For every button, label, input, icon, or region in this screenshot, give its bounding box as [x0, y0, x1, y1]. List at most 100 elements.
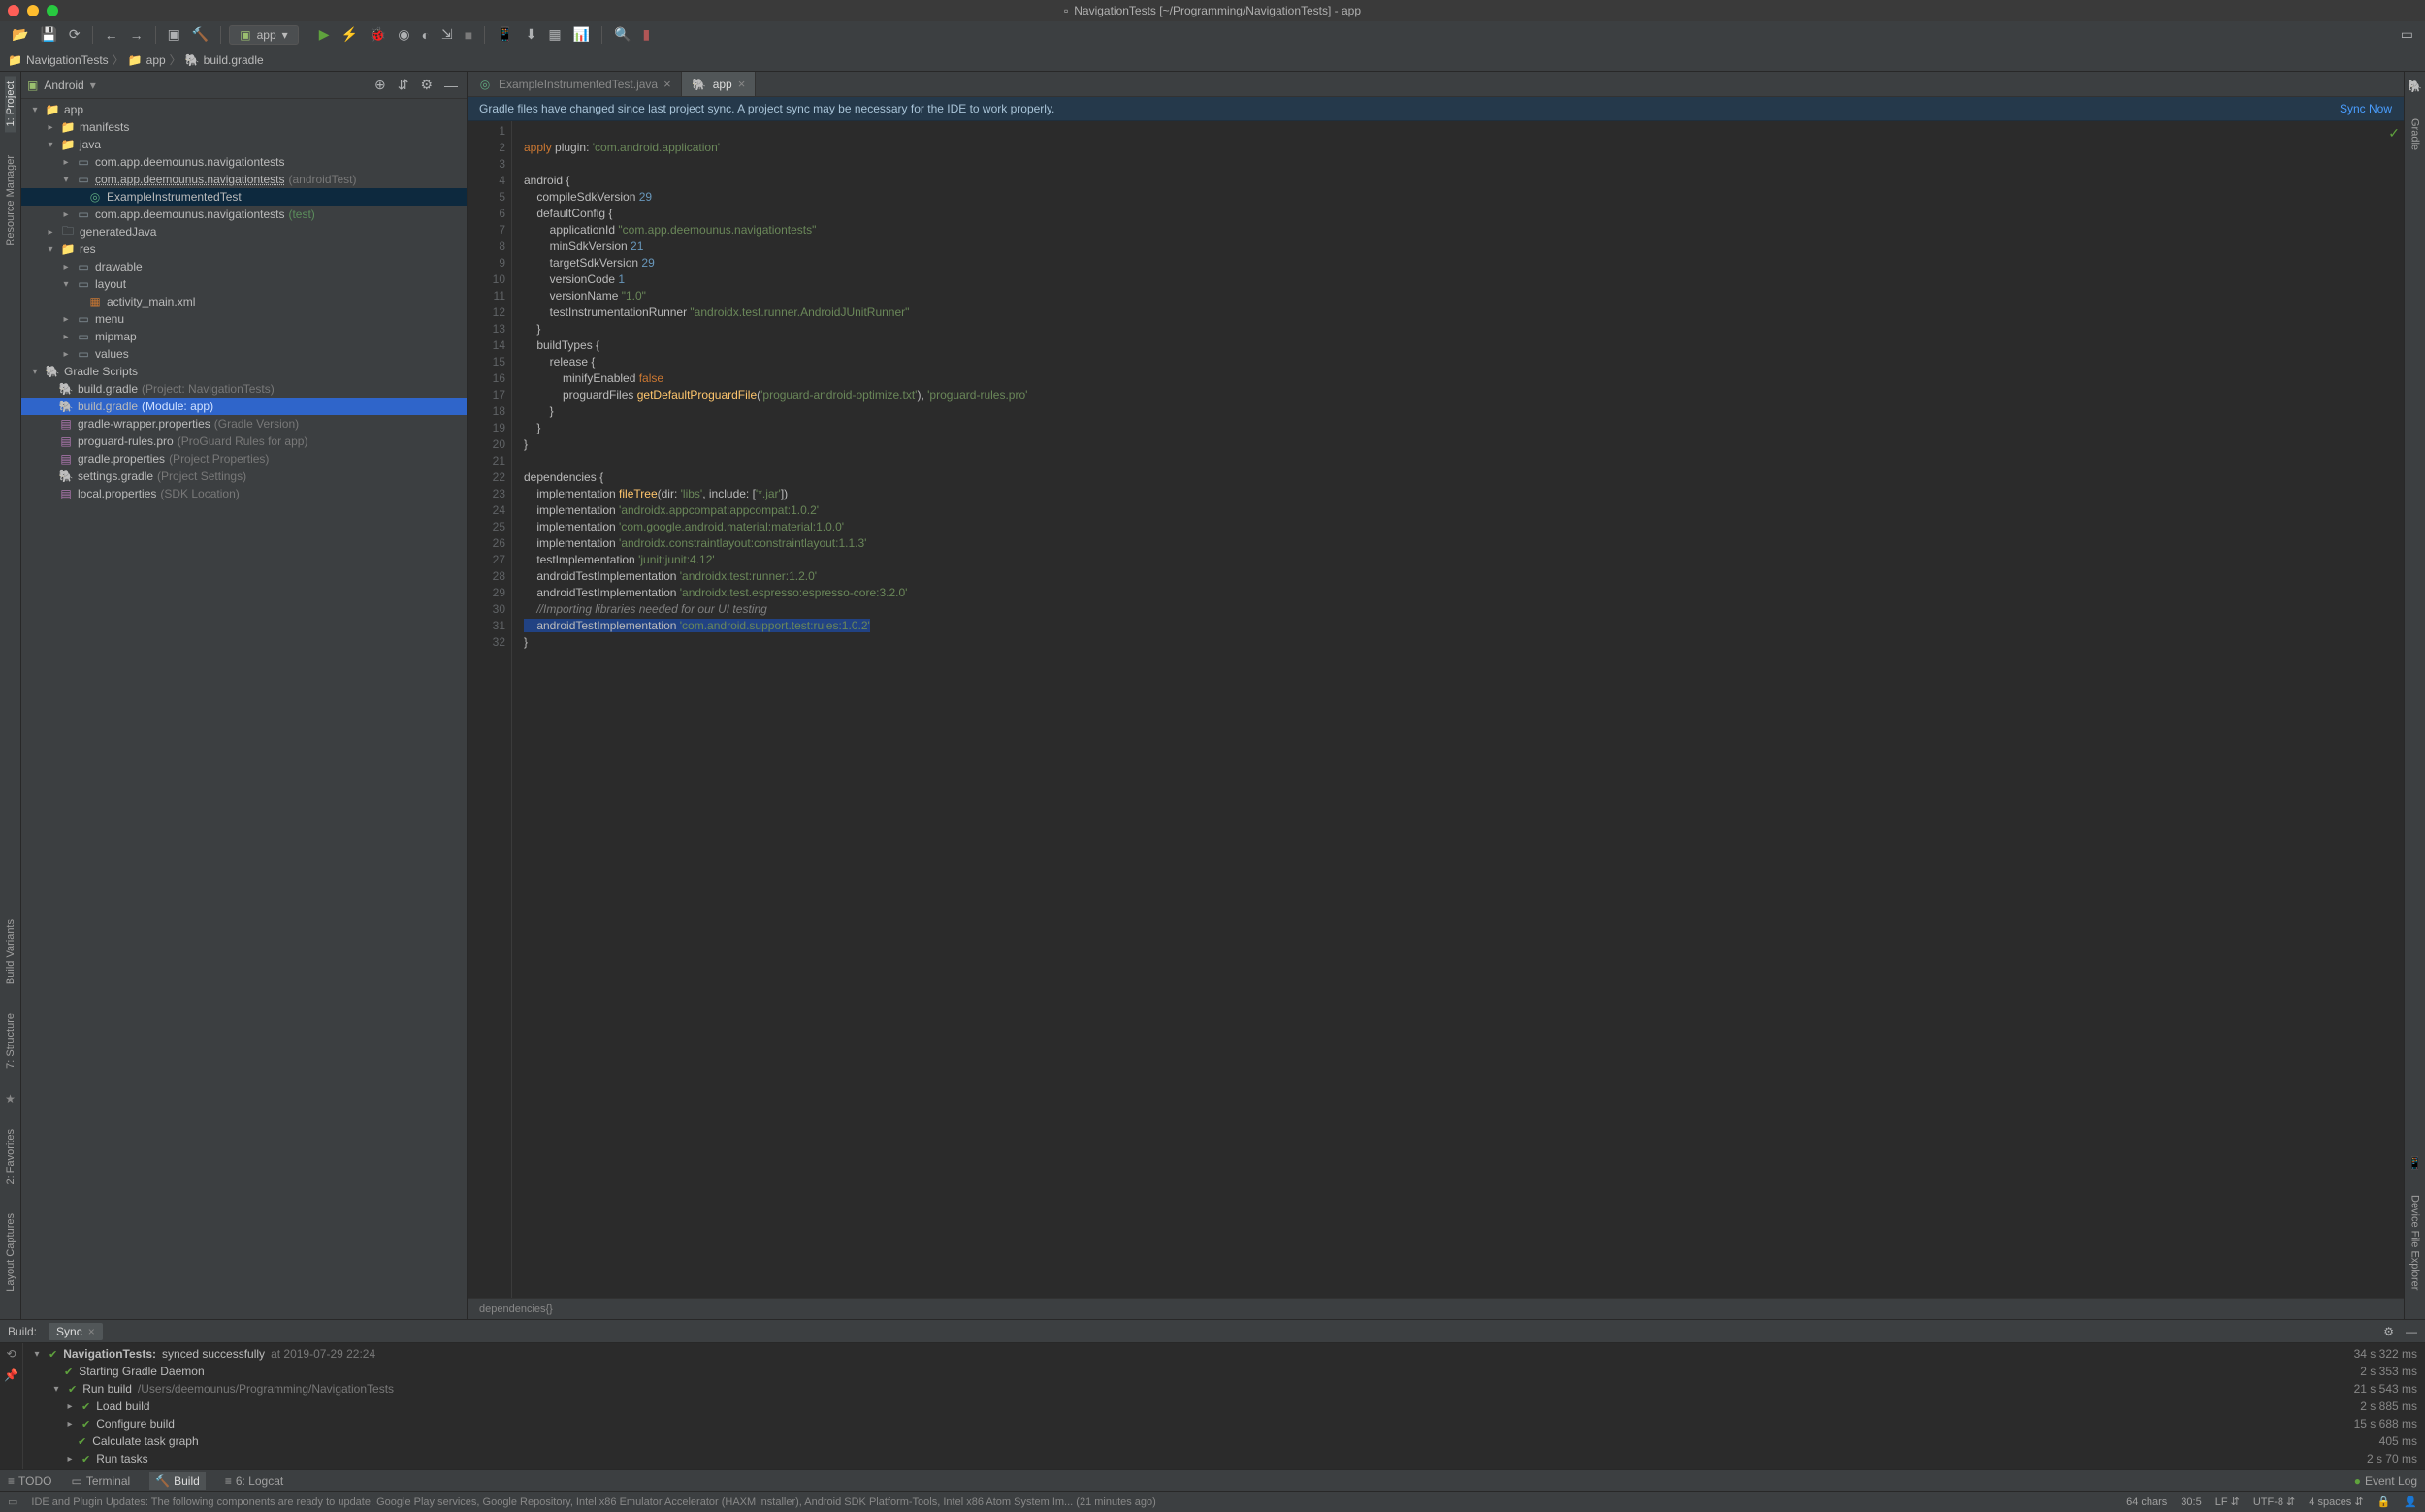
sync-button[interactable]: ⟳: [65, 24, 84, 45]
tree-node-build-gradle-proj[interactable]: 🐘build.gradle (Project: NavigationTests): [21, 380, 467, 398]
settings-icon[interactable]: ⚙: [2383, 1325, 2394, 1338]
tree-node-wrapper-props[interactable]: ▤gradle-wrapper.properties (Gradle Versi…: [21, 415, 467, 433]
tw-event-log[interactable]: ●Event Log: [2354, 1474, 2417, 1488]
locate-button[interactable]: ⊕: [372, 77, 389, 93]
close-window-button[interactable]: [8, 5, 19, 16]
tree-node-java[interactable]: ▾📁java: [21, 136, 467, 153]
pin-icon[interactable]: 📌: [4, 1368, 18, 1382]
status-encoding[interactable]: UTF-8 ⇵: [2253, 1496, 2295, 1508]
lock-icon[interactable]: 🔒: [2377, 1496, 2391, 1508]
restart-icon[interactable]: ⟲: [6, 1347, 16, 1361]
close-icon[interactable]: ×: [88, 1325, 95, 1338]
apply-changes-button[interactable]: ⚡: [337, 24, 361, 45]
tree-node-layout[interactable]: ▾▭layout: [21, 275, 467, 293]
build-tree[interactable]: ▾✔NavigationTests: synced successfully a…: [23, 1343, 2425, 1469]
rail-structure[interactable]: 7: Structure: [5, 1008, 16, 1075]
tree-node-pkg-main[interactable]: ▸▭com.app.deemounus.navigationtests: [21, 153, 467, 171]
hide-panel-icon[interactable]: —: [2406, 1325, 2417, 1338]
avd-manager-button[interactable]: 📱: [493, 24, 517, 45]
editor-tab-app[interactable]: 🐘app×: [682, 72, 757, 96]
tree-node-values[interactable]: ▸▭values: [21, 345, 467, 363]
android-profiler-button[interactable]: 📊: [569, 24, 594, 45]
tree-node-settings-gradle[interactable]: 🐘settings.gradle (Project Settings): [21, 467, 467, 485]
tree-node-pkg-test[interactable]: ▸▭com.app.deemounus.navigationtests (tes…: [21, 206, 467, 223]
device-button[interactable]: ▣: [164, 24, 184, 45]
debug-button[interactable]: 🐞: [366, 24, 390, 45]
code-content[interactable]: ✓apply plugin: 'com.android.application'…: [512, 121, 2404, 1298]
tree-node-generatedjava[interactable]: ▸🗀generatedJava: [21, 223, 467, 241]
collapse-button[interactable]: ▭: [2397, 24, 2417, 45]
settings-button[interactable]: ⚙: [417, 77, 436, 93]
tw-logcat[interactable]: ≡6: Logcat: [225, 1474, 283, 1488]
close-tab-icon[interactable]: ×: [663, 77, 671, 91]
rail-resource-manager[interactable]: Resource Manager: [5, 149, 16, 252]
status-line-sep[interactable]: LF ⇵: [2215, 1496, 2240, 1508]
editor-tab-example[interactable]: ◎ExampleInstrumentedTest.java×: [468, 72, 682, 96]
tree-node-res[interactable]: ▾📁res: [21, 241, 467, 258]
back-button[interactable]: ←: [101, 25, 122, 45]
tree-node-menu[interactable]: ▸▭menu: [21, 310, 467, 328]
status-window-icon[interactable]: ▭: [8, 1496, 17, 1508]
tree-node-proguard[interactable]: ▤proguard-rules.pro (ProGuard Rules for …: [21, 433, 467, 450]
status-hector-icon[interactable]: 👤: [2404, 1496, 2417, 1508]
tree-node-pkg-androidtest[interactable]: ▾▭com.app.deemounus.navigationtests (and…: [21, 171, 467, 188]
tree-node-app[interactable]: ▾📁app: [21, 101, 467, 118]
breadcrumb-root[interactable]: 📁NavigationTests: [8, 53, 109, 67]
code-editor[interactable]: 1234567891011121314151617181920212223242…: [468, 121, 2404, 1298]
hide-button[interactable]: —: [441, 78, 461, 93]
build-tab-sync[interactable]: Sync×: [48, 1323, 103, 1340]
minimize-window-button[interactable]: [27, 5, 39, 16]
tw-terminal[interactable]: ▭Terminal: [71, 1474, 130, 1488]
build-row-load[interactable]: ▸✔Load build2 s 885 ms: [31, 1398, 2417, 1415]
unknown-button[interactable]: ▮: [639, 24, 655, 45]
rail-build-variants[interactable]: Build Variants: [5, 914, 16, 990]
tree-node-mipmap[interactable]: ▸▭mipmap: [21, 328, 467, 345]
breadcrumb-module[interactable]: 📁app: [128, 53, 166, 67]
status-indent[interactable]: 4 spaces ⇵: [2309, 1496, 2363, 1508]
tree-node-gradle-scripts[interactable]: ▾🐘Gradle Scripts: [21, 363, 467, 380]
breadcrumb-file[interactable]: 🐘build.gradle: [185, 53, 264, 67]
build-row-taskgraph[interactable]: ✔Calculate task graph405 ms: [31, 1432, 2417, 1450]
close-tab-icon[interactable]: ×: [738, 77, 746, 91]
tw-build[interactable]: 🔨Build: [149, 1472, 206, 1490]
build-row-runtasks[interactable]: ▸✔Run tasks2 s 70 ms: [31, 1450, 2417, 1467]
search-button[interactable]: 🔍: [610, 24, 634, 45]
rail-layout-captures[interactable]: Layout Captures: [5, 1207, 16, 1298]
rail-favorites[interactable]: 2: Favorites: [5, 1123, 16, 1190]
attach-debugger-button[interactable]: ⇲: [437, 24, 457, 45]
status-position[interactable]: 30:5: [2181, 1496, 2201, 1508]
tree-node-drawable[interactable]: ▸▭drawable: [21, 258, 467, 275]
build-row-root[interactable]: ▾✔NavigationTests: synced successfully a…: [31, 1345, 2417, 1363]
tree-node-activity-main[interactable]: ▦activity_main.xml: [21, 293, 467, 310]
collapse-all-button[interactable]: ⇵: [395, 77, 412, 93]
tree-node-build-gradle-app[interactable]: 🐘build.gradle (Module: app): [21, 398, 467, 415]
run-button[interactable]: ▶: [315, 24, 334, 45]
code-breadcrumb[interactable]: dependencies{}: [468, 1298, 2404, 1319]
build-row-daemon[interactable]: ✔Starting Gradle Daemon2 s 353 ms: [31, 1363, 2417, 1380]
open-file-button[interactable]: 📂: [8, 24, 32, 45]
forward-button[interactable]: →: [126, 25, 147, 45]
build-row-configure[interactable]: ▸✔Configure build15 s 688 ms: [31, 1415, 2417, 1432]
sdk-manager-button[interactable]: ⬇: [522, 24, 541, 45]
sync-now-button[interactable]: Sync Now: [2340, 102, 2392, 115]
coverage-button[interactable]: ◐: [418, 25, 434, 45]
profile-button[interactable]: ◉: [394, 24, 413, 45]
rail-project[interactable]: 1: Project: [5, 76, 16, 132]
layout-button[interactable]: ▦: [544, 24, 565, 45]
stop-button[interactable]: ■: [461, 25, 476, 45]
make-button[interactable]: 🔨: [188, 24, 212, 45]
run-config-dropdown[interactable]: ▣ app ▾: [229, 25, 298, 45]
tree-node-gradle-props[interactable]: ▤gradle.properties (Project Properties): [21, 450, 467, 467]
tree-node-example-test[interactable]: ◎ExampleInstrumentedTest: [21, 188, 467, 206]
project-view-dropdown[interactable]: Android: [44, 79, 83, 92]
project-tree[interactable]: ▾📁app ▸📁manifests ▾📁java ▸▭com.app.deemo…: [21, 99, 467, 1319]
tree-node-local-props[interactable]: ▤local.properties (SDK Location): [21, 485, 467, 502]
right-tool-rail: 🐘 Gradle 📱 Device File Explorer: [2404, 72, 2425, 1319]
save-all-button[interactable]: 💾: [36, 24, 60, 45]
tree-node-manifests[interactable]: ▸📁manifests: [21, 118, 467, 136]
rail-gradle[interactable]: Gradle: [2409, 113, 2421, 156]
build-row-runbuild[interactable]: ▾✔Run build /Users/deemounus/Programming…: [31, 1380, 2417, 1398]
rail-device-explorer[interactable]: Device File Explorer: [2409, 1189, 2421, 1296]
maximize-window-button[interactable]: [47, 5, 58, 16]
tw-todo[interactable]: ≡TODO: [8, 1474, 51, 1488]
